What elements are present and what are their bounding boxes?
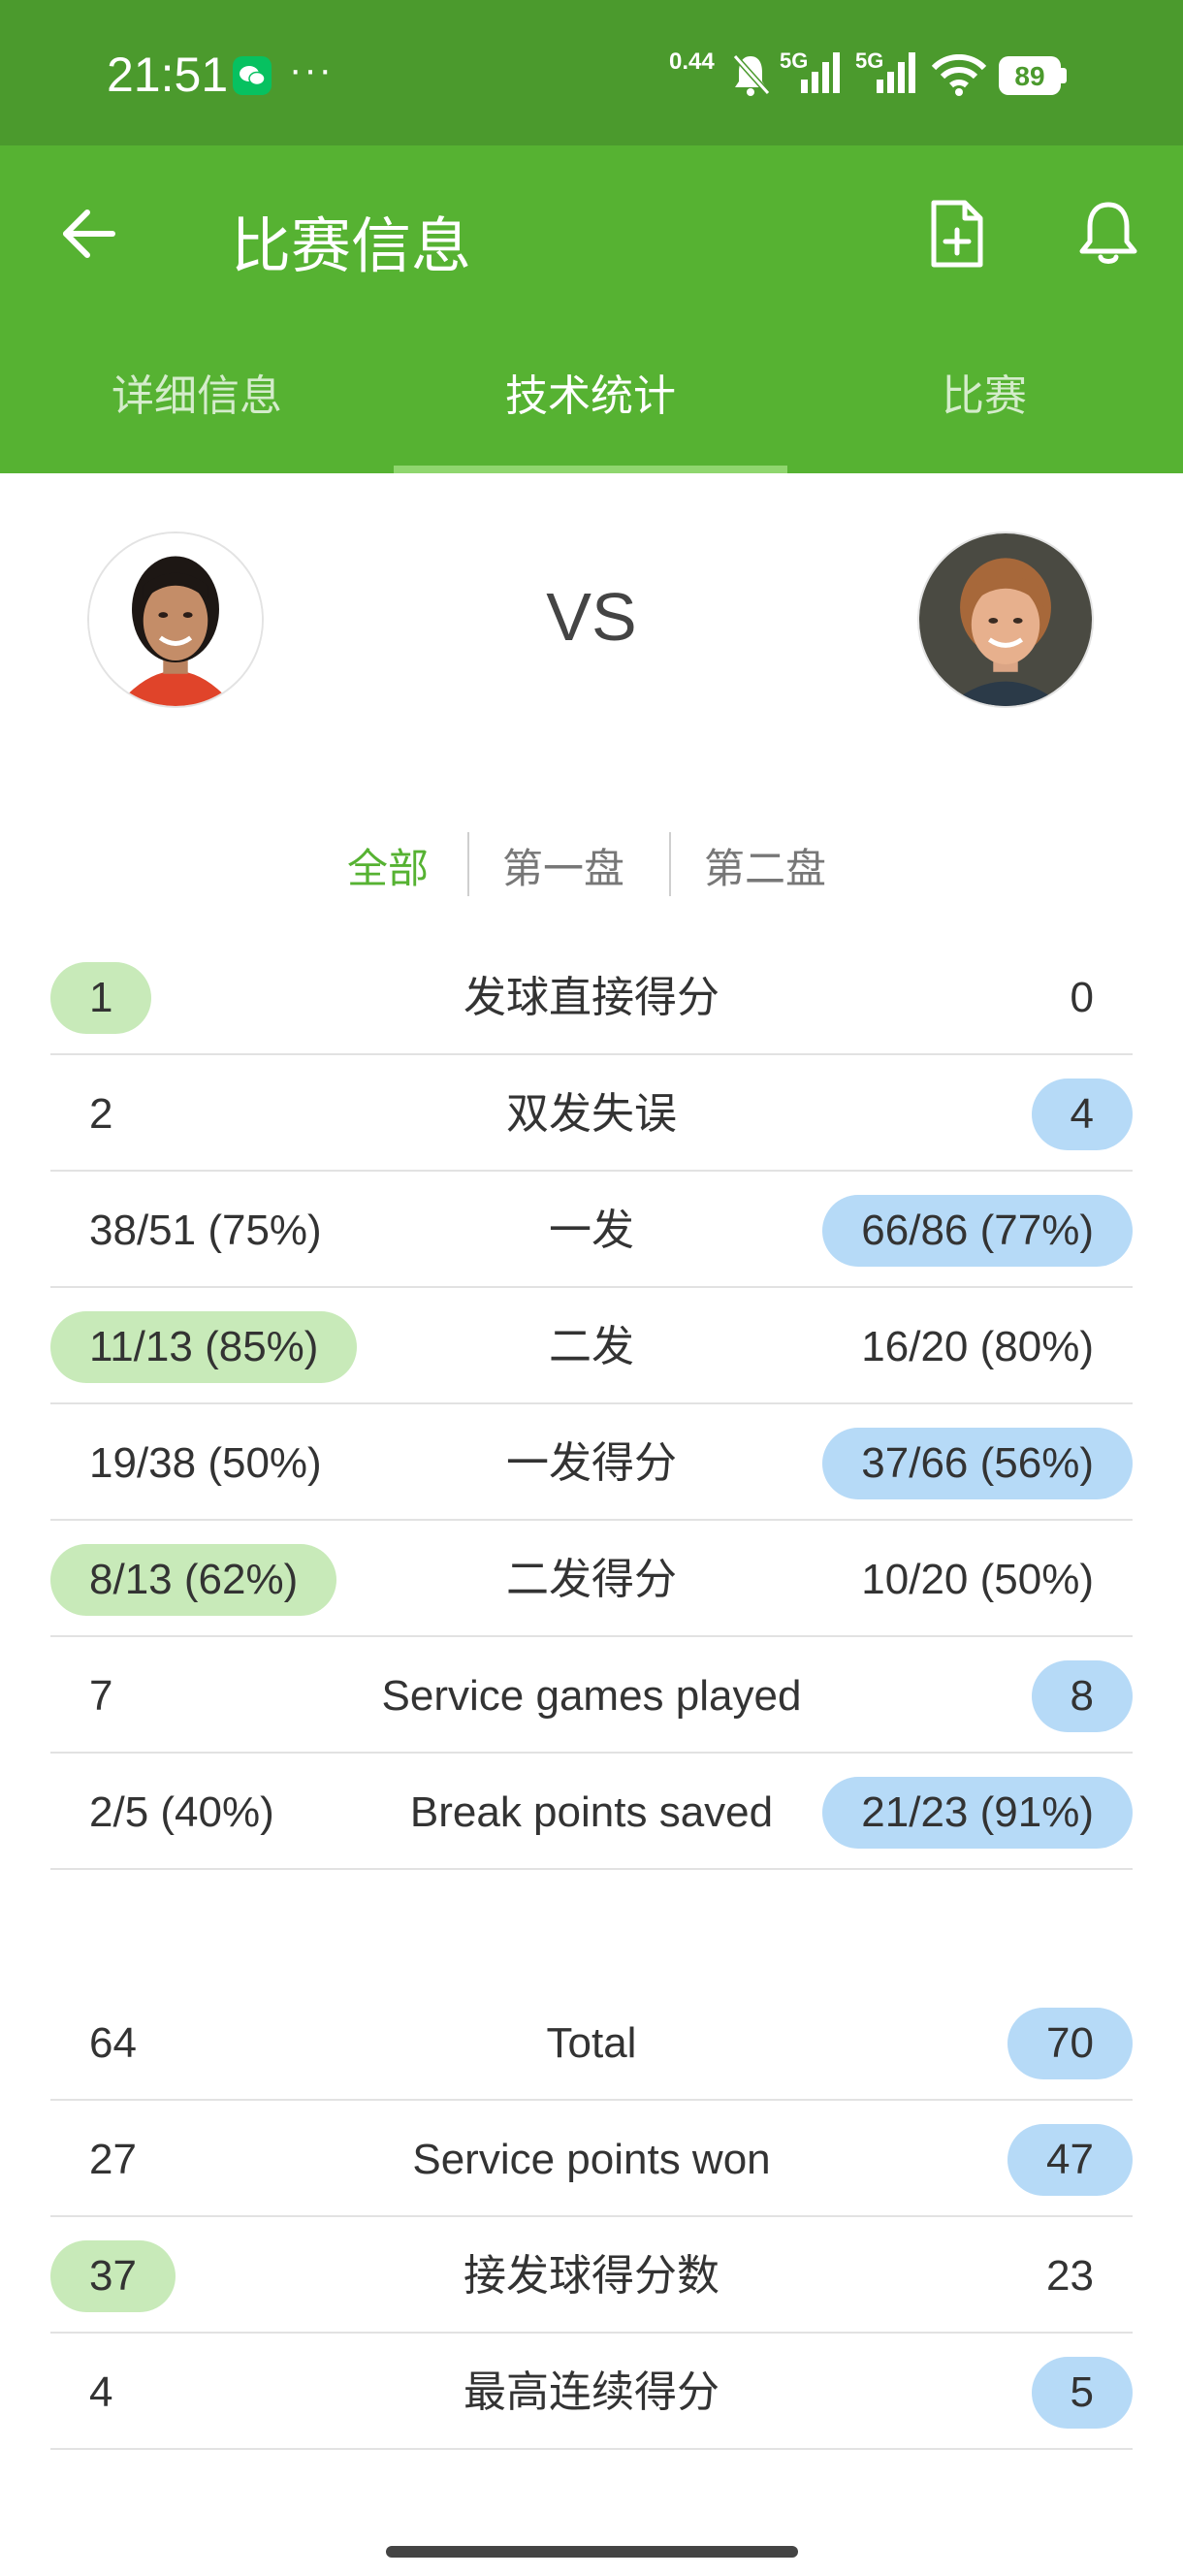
tab-details[interactable]: 详细信息 (0, 361, 394, 423)
vs-label: VS (546, 579, 637, 655)
stat-right-value: 10/20 (50%) (861, 1556, 1094, 1603)
net-speed: 0.44 (669, 48, 715, 75)
stat-label: Service points won (412, 2136, 771, 2183)
stat-row-service-points-won: 27 Service points won 47 (50, 2101, 1133, 2217)
bell-icon[interactable] (1076, 199, 1140, 274)
player2-avatar[interactable] (917, 531, 1094, 708)
stat-label: 接发球得分数 (464, 2252, 719, 2300)
stat-label: Service games played (381, 1672, 802, 1720)
mute-icon (729, 50, 772, 104)
tab-tech-stats[interactable]: 技术统计 (394, 361, 787, 423)
stat-label: Total (546, 2019, 637, 2067)
stat-label: 二发 (549, 1323, 634, 1370)
stat-left-value: 2 (89, 1090, 113, 1138)
stat-row-aces: 1 发球直接得分 0 (50, 939, 1133, 1055)
stat-label: 双发失误 (506, 1090, 677, 1138)
stat-label: 发球直接得分 (464, 974, 719, 1021)
stat-left-value: 64 (89, 2019, 137, 2067)
set-divider (669, 832, 671, 896)
stat-left-value: 1 (50, 962, 152, 1034)
stat-left-value: 37 (50, 2240, 176, 2312)
stat-right-value: 21/23 (91%) (822, 1777, 1133, 1849)
stat-left-value: 27 (89, 2136, 137, 2183)
more-notifications-icon: ··· (289, 48, 334, 91)
stat-row-break-points-saved: 2/5 (40%) Break points saved 21/23 (91%) (50, 1754, 1133, 1870)
tab-match[interactable]: 比赛 (787, 361, 1181, 423)
stat-left-value: 2/5 (40%) (89, 1788, 274, 1836)
set-divider (467, 832, 469, 896)
set-filter-first[interactable]: 第一盘 (502, 836, 624, 895)
player1-avatar[interactable] (87, 531, 264, 708)
wechat-icon (233, 56, 272, 95)
status-bar: 21:51 ··· 0.44 5G 5G 89 (0, 0, 1183, 145)
stat-right-value: 16/20 (80%) (861, 1323, 1094, 1370)
stat-right-value: 5 (1031, 2357, 1133, 2429)
back-arrow-icon[interactable] (56, 202, 120, 271)
stat-right-value: 47 (1007, 2124, 1133, 2196)
stat-row-second-serve-points: 8/13 (62%) 二发得分 10/20 (50%) (50, 1521, 1133, 1637)
stat-right-value: 8 (1031, 1660, 1133, 1732)
battery-icon: 89 (999, 56, 1067, 95)
page-title: 比赛信息 (231, 213, 472, 280)
stat-right-value: 70 (1007, 2008, 1133, 2079)
stat-label: Break points saved (409, 1788, 774, 1836)
set-filter-second[interactable]: 第二盘 (704, 836, 826, 895)
add-document-icon[interactable] (926, 199, 988, 274)
home-indicator[interactable] (386, 2546, 798, 2558)
stat-right-value: 23 (1046, 2252, 1094, 2300)
stat-right-value: 0 (1070, 974, 1094, 1021)
battery-level: 89 (1014, 61, 1045, 91)
stat-row-total: 64 Total 70 (50, 1984, 1133, 2101)
status-time: 21:51 (107, 48, 229, 102)
stat-row-first-serve-points: 19/38 (50%) 一发得分 37/66 (56%) (50, 1404, 1133, 1521)
stat-row-service-games: 7 Service games played 8 (50, 1637, 1133, 1754)
stat-right-value: 66/86 (77%) (822, 1195, 1133, 1267)
stat-label: 二发得分 (506, 1556, 677, 1603)
set-filter-all[interactable]: 全部 (347, 836, 429, 895)
stat-label: 一发 (549, 1207, 634, 1254)
stat-row-first-serve: 38/51 (75%) 一发 66/86 (77%) (50, 1172, 1133, 1288)
stat-right-value: 4 (1031, 1079, 1133, 1150)
stat-left-value: 8/13 (62%) (50, 1544, 337, 1616)
stat-row-return-points: 37 接发球得分数 23 (50, 2217, 1133, 2334)
stat-row-max-streak: 4 最高连续得分 5 (50, 2334, 1133, 2450)
stat-label: 一发得分 (506, 1439, 677, 1487)
stat-label: 最高连续得分 (464, 2368, 719, 2416)
stat-left-value: 4 (89, 2368, 113, 2416)
stat-left-value: 7 (89, 1672, 113, 1720)
tab-indicator (394, 466, 787, 473)
stat-row-second-serve: 11/13 (85%) 二发 16/20 (80%) (50, 1288, 1133, 1404)
app-bar (0, 145, 1183, 473)
wifi-icon (931, 53, 987, 102)
stat-row-double-faults: 2 双发失误 4 (50, 1055, 1133, 1172)
stat-right-value: 37/66 (56%) (822, 1428, 1133, 1499)
